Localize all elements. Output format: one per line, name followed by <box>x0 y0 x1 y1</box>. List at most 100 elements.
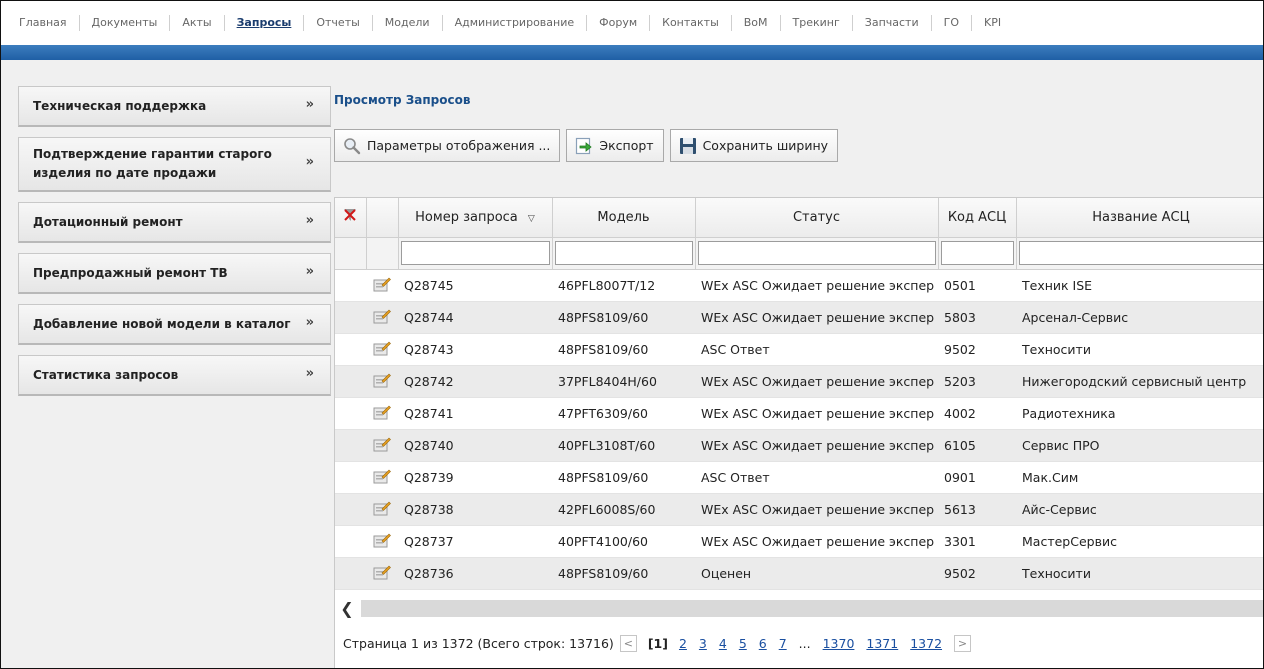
display-params-button[interactable]: Параметры отображения ... <box>334 129 561 162</box>
scrollbar-track[interactable] <box>361 599 1263 617</box>
edit-request-icon[interactable] <box>373 372 391 388</box>
edit-request-icon[interactable] <box>373 468 391 484</box>
export-button[interactable]: Экспорт <box>566 129 664 162</box>
double-chevron-down-icon[interactable]: » <box>306 153 314 172</box>
edit-request-icon[interactable] <box>373 404 391 420</box>
page-link[interactable]: 7 <box>779 636 787 651</box>
page-link[interactable]: 1372 <box>910 636 942 651</box>
nav-item-forum[interactable]: Форум <box>587 15 651 31</box>
filter-status-input[interactable] <box>697 241 936 265</box>
cell-asc-code: 0901 <box>938 461 1016 494</box>
sidebar-item-label: Статистика запросов <box>33 368 179 382</box>
column-header-request-number[interactable]: Номер запроса ▽ <box>398 198 553 238</box>
sidebar-item-warranty-confirmation[interactable]: Подтверждение гарантии старого изделия п… <box>18 137 331 192</box>
double-chevron-down-icon[interactable]: » <box>306 264 314 279</box>
table-row[interactable]: Q28744 48PFS8109/60 WEx ASC Ожидает решени… <box>335 301 1263 334</box>
edit-request-icon[interactable] <box>373 340 391 356</box>
edit-request-icon[interactable] <box>373 564 391 580</box>
edit-column-header <box>366 198 399 238</box>
nav-item-contacts[interactable]: Контакты <box>650 15 732 31</box>
scroll-left-arrow-icon[interactable]: ❮ <box>335 598 359 618</box>
sidebar-item-add-model[interactable]: Добавление новой модели в каталог » <box>18 304 331 345</box>
row-edit-cell[interactable] <box>366 429 398 462</box>
nav-item-acts[interactable]: Акты <box>170 15 225 31</box>
sidebar-item-tech-support[interactable]: Техническая поддержка » <box>18 86 331 127</box>
horizontal-scrollbar[interactable]: ❮ <box>335 598 1263 618</box>
sort-descending-icon[interactable]: ▽ <box>528 214 535 224</box>
row-edit-cell[interactable] <box>366 557 398 590</box>
filter-asc-code-input[interactable] <box>940 241 1014 265</box>
next-page-button[interactable]: > <box>954 635 972 652</box>
page-link[interactable]: 2 <box>679 636 687 651</box>
table-row[interactable]: Q28742 37PFL8404H/60 WEx ASC Ожидает решен… <box>335 365 1263 398</box>
nav-item-go[interactable]: ГО <box>932 15 972 31</box>
nav-item-requests[interactable]: Запросы <box>225 15 305 31</box>
current-page: [1] <box>647 636 668 651</box>
edit-request-icon[interactable] <box>373 532 391 548</box>
table-row[interactable]: Q28737 40PFT4100/60 WEx ASC Ожидает решени… <box>335 525 1263 558</box>
filter-asc-name-input[interactable] <box>1018 241 1263 265</box>
sidebar-item-request-stats[interactable]: Статистика запросов » <box>18 355 331 396</box>
filter-cell <box>938 237 1017 270</box>
double-chevron-down-icon[interactable]: » <box>306 213 314 228</box>
double-chevron-down-icon[interactable]: » <box>306 315 314 330</box>
nav-item-reports[interactable]: Отчеты <box>304 15 373 31</box>
edit-request-icon[interactable] <box>373 500 391 516</box>
table-row[interactable]: Q28740 40PFL3108T/60 WEx ASC Ожидает решен… <box>335 429 1263 462</box>
sidebar-item-presale-repair[interactable]: Предпродажный ремонт ТВ » <box>18 253 331 294</box>
row-edit-cell[interactable] <box>366 397 398 430</box>
cell-status: WEx ASC Ожидает решение экспер <box>695 429 938 462</box>
prev-page-button[interactable]: < <box>619 635 637 652</box>
app-window: Главная Документы Акты Запросы Отчеты Мо… <box>0 0 1264 669</box>
cell-status: WEx ASC Ожидает решение экспер <box>695 525 938 558</box>
page-link[interactable]: 3 <box>699 636 707 651</box>
row-edit-cell[interactable] <box>366 301 398 334</box>
table-row[interactable]: Q28743 48PFS8109/60 ASC Ответ 9502 Техносити <box>335 333 1263 366</box>
nav-item-parts[interactable]: Запчасти <box>853 15 932 31</box>
table-row[interactable]: Q28741 47PFT6309/60 WEx ASC Ожидает решени… <box>335 397 1263 430</box>
double-chevron-down-icon[interactable]: » <box>306 366 314 381</box>
column-header-status[interactable]: Статус <box>695 198 939 238</box>
nav-item-administration[interactable]: Администрирование <box>443 15 588 31</box>
row-spacer-cell <box>335 493 366 526</box>
column-header-asc-code[interactable]: Код АСЦ <box>938 198 1017 238</box>
save-width-button[interactable]: Сохранить ширину <box>669 129 839 162</box>
row-edit-cell[interactable] <box>366 525 398 558</box>
table-row[interactable]: Q28739 48PFS8109/60 ASC Ответ 0901 Мак.Сим <box>335 461 1263 494</box>
filter-model-input[interactable] <box>554 241 693 265</box>
table-row[interactable]: Q28745 46PFL8007T/12 WEx ASC Ожидает решен… <box>335 269 1263 302</box>
sidebar-item-label: Подтверждение гарантии старого изделия п… <box>33 147 272 180</box>
nav-item-home[interactable]: Главная <box>19 15 80 31</box>
table-row[interactable]: Q28738 42PFL6008S/60 WEx ASC Ожидает решен… <box>335 493 1263 526</box>
column-header-label: Номер запроса <box>415 209 518 225</box>
page-link[interactable]: 4 <box>719 636 727 651</box>
nav-item-kpi[interactable]: KPI <box>972 15 1013 31</box>
column-header-model[interactable]: Модель <box>552 198 696 238</box>
sidebar-item-subsidized-repair[interactable]: Дотационный ремонт » <box>18 202 331 243</box>
row-edit-cell[interactable] <box>366 333 398 366</box>
edit-request-icon[interactable] <box>373 436 391 452</box>
export-label: Экспорт <box>599 138 654 153</box>
page-link[interactable]: 5 <box>739 636 747 651</box>
magnifier-icon <box>344 137 361 154</box>
row-edit-cell[interactable] <box>366 493 398 526</box>
column-header-asc-name[interactable]: Название АСЦ <box>1016 198 1263 238</box>
row-edit-cell[interactable] <box>366 269 398 302</box>
clear-filter-column-header[interactable] <box>335 198 367 238</box>
cell-request-number: Q28741 <box>398 397 552 430</box>
row-edit-cell[interactable] <box>366 365 398 398</box>
page-link[interactable]: 6 <box>759 636 767 651</box>
page-link[interactable]: 1370 <box>823 636 855 651</box>
edit-request-icon[interactable] <box>373 276 391 292</box>
clear-filter-icon[interactable] <box>343 208 357 222</box>
page-link[interactable]: 1371 <box>866 636 898 651</box>
nav-item-models[interactable]: Модели <box>373 15 443 31</box>
edit-request-icon[interactable] <box>373 308 391 324</box>
row-edit-cell[interactable] <box>366 461 398 494</box>
nav-item-bom[interactable]: BoM <box>732 15 781 31</box>
nav-item-documents[interactable]: Документы <box>80 15 171 31</box>
filter-request-number-input[interactable] <box>400 241 550 265</box>
double-chevron-down-icon[interactable]: » <box>306 97 314 112</box>
nav-item-tracking[interactable]: Трекинг <box>781 15 853 31</box>
table-row[interactable]: Q28736 48PFS8109/60 Оценен 9502 Техносити <box>335 557 1263 590</box>
